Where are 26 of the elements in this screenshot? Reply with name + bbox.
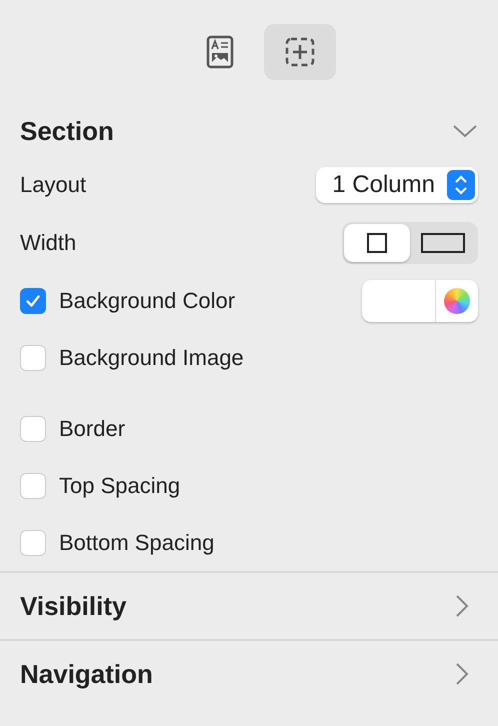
- checkbox[interactable]: [20, 530, 46, 556]
- color-well[interactable]: [362, 280, 478, 322]
- section-title: Visibility: [20, 590, 126, 622]
- chevron-icon[interactable]: [454, 661, 470, 687]
- color-wheel-icon: [444, 288, 470, 314]
- rectangle-icon: [421, 233, 465, 253]
- add-block-icon[interactable]: [264, 24, 336, 80]
- checkbox-label: Bottom Spacing: [59, 530, 214, 556]
- checkbox-label: Top Spacing: [59, 472, 180, 498]
- checkbox-label: Border: [59, 416, 126, 442]
- section-title: Navigation: [20, 658, 153, 690]
- square-icon: [367, 233, 387, 253]
- section-title: Section: [20, 116, 114, 146]
- checkbox[interactable]: [20, 344, 46, 370]
- chevron-icon[interactable]: [454, 593, 470, 619]
- checkbox-label: Background Color: [59, 288, 236, 314]
- layout-select[interactable]: 1 Column: [316, 167, 478, 203]
- checkbox-label: Background Image: [59, 344, 244, 370]
- checkbox[interactable]: [20, 288, 46, 314]
- narrow-width-option[interactable]: [344, 224, 410, 262]
- width-label: Width: [20, 230, 76, 256]
- chevron-icon[interactable]: [452, 123, 478, 139]
- checkbox[interactable]: [20, 472, 46, 498]
- checkbox[interactable]: [20, 416, 46, 442]
- layout-label: Layout: [20, 172, 86, 198]
- stepper-icon: [447, 170, 475, 200]
